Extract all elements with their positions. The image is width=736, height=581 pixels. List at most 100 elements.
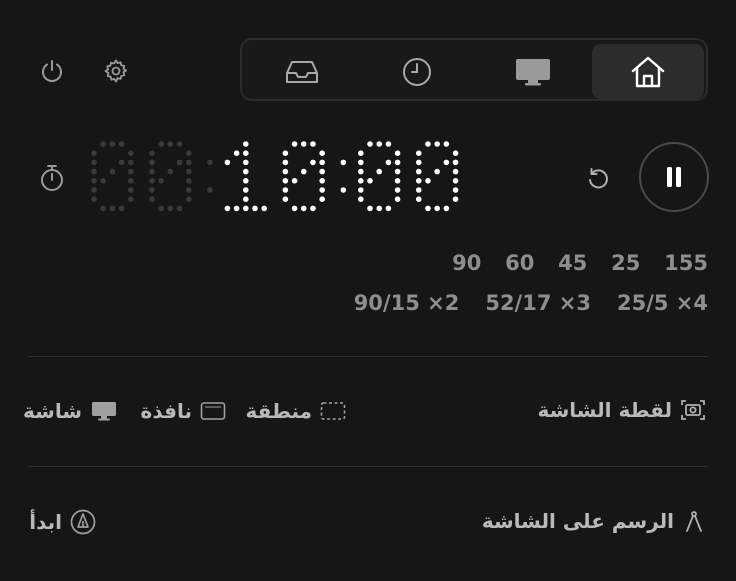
- tab-monitor[interactable]: [477, 44, 589, 99]
- tab-inbox[interactable]: [246, 44, 358, 99]
- timer-dot: [176, 159, 183, 166]
- timer-dot: [282, 150, 289, 156]
- cycle-presets: 25/5 ×4 52/17 ×3 90/15 ×2: [354, 291, 708, 315]
- preset-60[interactable]: 60: [481, 251, 534, 275]
- timer-dot: [167, 168, 174, 175]
- timer-dot: [385, 159, 392, 166]
- timer-colon-dot: [207, 187, 213, 193]
- timer-dot: [128, 187, 134, 193]
- timer-dot: [415, 196, 422, 202]
- divider: [28, 356, 708, 357]
- timer-dot: [185, 168, 192, 175]
- timer-dot: [319, 159, 325, 166]
- cycle-52-17[interactable]: 52/17 ×3: [485, 291, 591, 315]
- preset-15[interactable]: 15: [640, 251, 693, 275]
- timer-dot: [282, 178, 289, 184]
- timer-dot: [443, 141, 450, 147]
- mode-region[interactable]: منطقة: [245, 399, 346, 423]
- timer-dot: [319, 150, 325, 156]
- timer-dot: [185, 159, 192, 166]
- timer-dot: [158, 178, 164, 184]
- timer-dot: [176, 141, 183, 147]
- window-label: نافذة: [140, 399, 192, 423]
- timer-dot: [224, 159, 231, 166]
- region-label: منطقة: [245, 399, 312, 423]
- window-icon: [200, 401, 226, 421]
- timer-dot: [128, 196, 134, 202]
- timer-dot: [358, 187, 364, 193]
- timer-dot: [149, 150, 155, 156]
- timer-dot: [319, 178, 325, 184]
- inbox-icon: [284, 58, 320, 86]
- timer-dot: [358, 159, 364, 166]
- power-button[interactable]: [36, 55, 68, 87]
- timer-dot: [443, 205, 450, 212]
- timer-dot: [91, 159, 97, 166]
- preset-45[interactable]: 45: [534, 251, 587, 275]
- pause-button[interactable]: [639, 142, 709, 212]
- timer-dot: [100, 205, 106, 212]
- mode-screen[interactable]: شاشة: [23, 399, 118, 423]
- timer-dot: [452, 196, 459, 202]
- timer-dot: [233, 150, 240, 156]
- cycle-90-15[interactable]: 90/15 ×2: [354, 291, 460, 315]
- timer-dot: [128, 178, 134, 184]
- screen-label: شاشة: [23, 399, 82, 423]
- draw-title: الرسم على الشاشة: [482, 509, 706, 533]
- settings-button[interactable]: [100, 55, 132, 87]
- timer-dot: [415, 168, 422, 175]
- timer-dot: [100, 178, 106, 184]
- timer-dot: [128, 168, 134, 175]
- stopwatch-icon: [38, 163, 66, 193]
- stopwatch-button[interactable]: [36, 162, 68, 194]
- timer-dot: [158, 205, 164, 212]
- timer-dot: [367, 178, 373, 184]
- preset-90[interactable]: 90: [428, 251, 481, 275]
- preset-25[interactable]: 25: [587, 251, 640, 275]
- restart-button[interactable]: [582, 162, 614, 194]
- timer-dot: [91, 196, 97, 202]
- timer-dot: [394, 150, 401, 156]
- timer-dot: [415, 187, 422, 193]
- tab-home[interactable]: [592, 44, 704, 99]
- timer-dot: [158, 141, 164, 147]
- timer-dot: [185, 150, 192, 156]
- timer-dot: [310, 141, 316, 147]
- timer-dot: [149, 187, 155, 193]
- preset-5[interactable]: 5: [693, 251, 708, 275]
- timer-dot: [91, 168, 97, 175]
- timer-dot: [176, 205, 183, 212]
- timer-dot: [394, 159, 401, 166]
- divider: [28, 466, 708, 467]
- timer-dot: [415, 159, 422, 166]
- timer-dot: [300, 205, 307, 212]
- timer-digits: [91, 141, 459, 212]
- start-drawing-button[interactable]: ابدأ: [29, 509, 96, 535]
- timer-dot: [376, 141, 383, 147]
- timer-dot: [358, 196, 364, 202]
- timer-dot: [452, 168, 459, 175]
- timer-dot: [452, 150, 459, 156]
- power-icon: [39, 58, 65, 84]
- timer-dot: [452, 178, 459, 184]
- timer-dot: [415, 150, 422, 156]
- tab-clock[interactable]: [361, 44, 473, 99]
- minute-presets: 5 15 25 45 60 90: [428, 251, 708, 275]
- timer-dot: [425, 205, 431, 212]
- mode-window[interactable]: نافذة: [141, 399, 226, 423]
- draw-label: الرسم على الشاشة: [481, 509, 674, 533]
- timer-dot: [243, 168, 249, 175]
- timer-dot: [149, 159, 155, 166]
- timer-dot: [434, 141, 440, 147]
- timer-dot: [243, 178, 249, 184]
- timer-dot: [128, 150, 134, 156]
- timer-dot: [167, 141, 174, 147]
- timer-dot: [385, 141, 392, 147]
- timer-dot: [243, 196, 249, 202]
- timer-dot: [91, 150, 97, 156]
- timer-dot: [91, 187, 97, 193]
- timer-dot: [282, 187, 289, 193]
- timer-dot: [109, 205, 116, 212]
- timer-dot: [443, 159, 450, 166]
- cycle-25-5[interactable]: 25/5 ×4: [617, 291, 708, 315]
